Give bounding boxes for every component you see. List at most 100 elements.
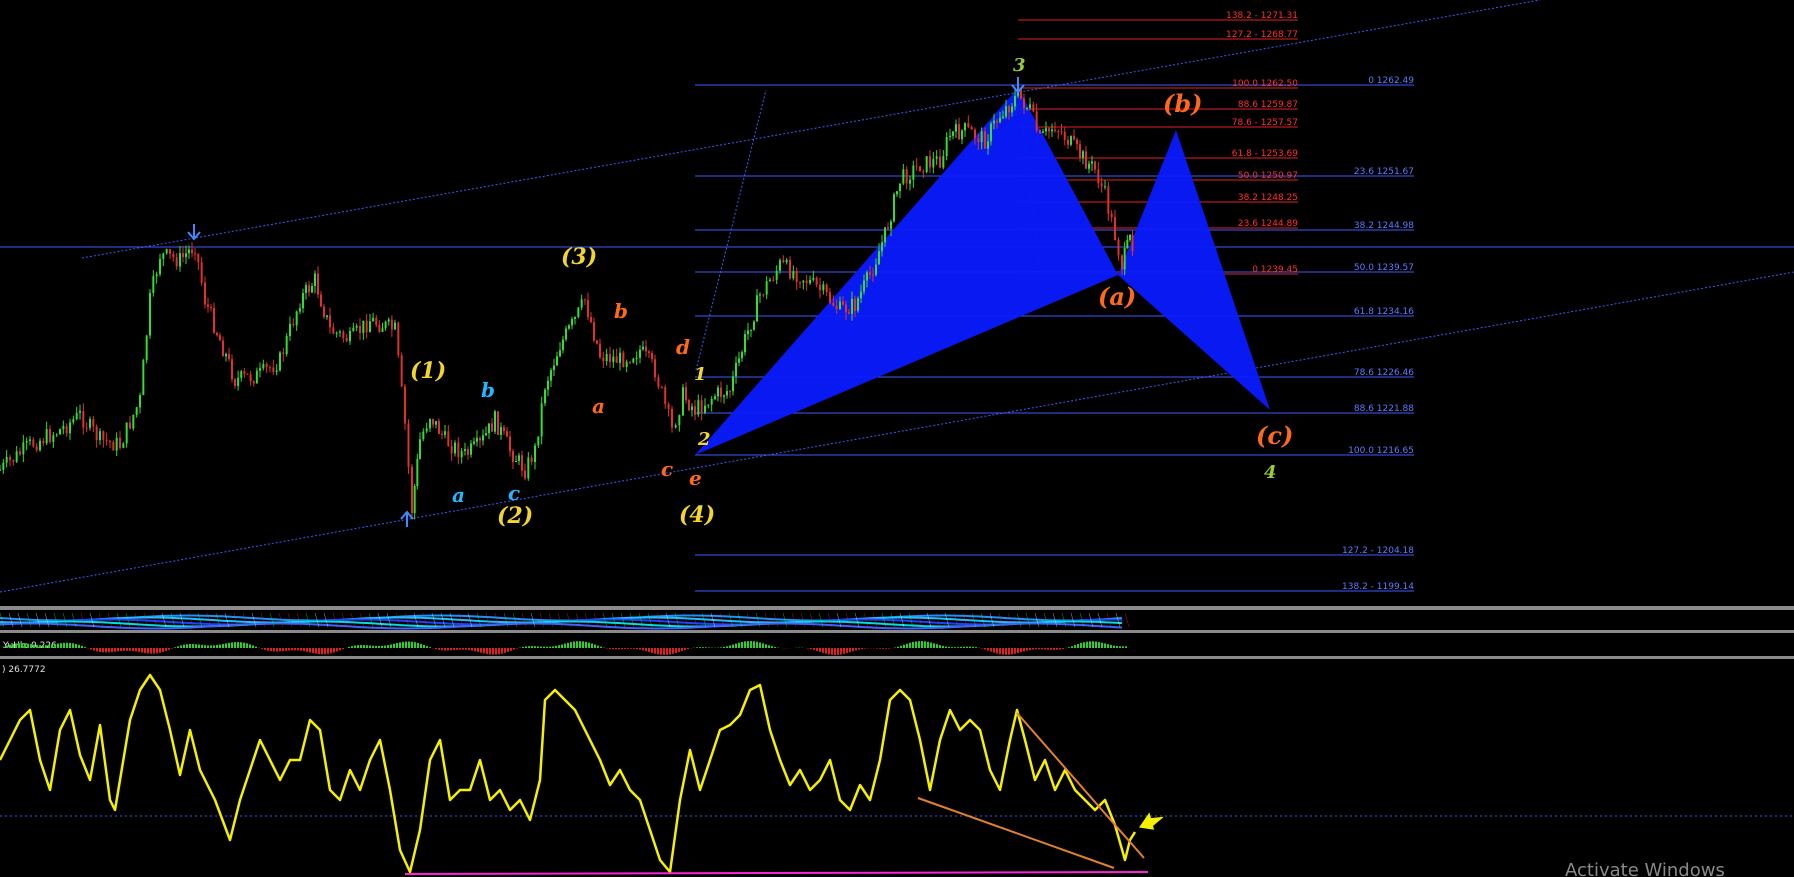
hist-bar xyxy=(573,641,575,648)
hist-bar xyxy=(534,646,536,648)
candle-body xyxy=(387,319,390,322)
hist-bar xyxy=(213,645,215,648)
candle-body xyxy=(540,403,543,437)
hist-bar xyxy=(990,648,992,652)
hist-bar xyxy=(495,648,497,655)
hist-bar xyxy=(234,642,236,648)
candle-body xyxy=(893,194,895,222)
candle-body xyxy=(704,405,706,413)
hist-bar xyxy=(414,642,416,648)
hist-bar xyxy=(591,643,593,648)
hist-bar xyxy=(18,643,20,648)
hist-bar xyxy=(579,641,581,648)
hist-bar xyxy=(9,644,11,648)
band-mark xyxy=(512,612,518,628)
candle-body xyxy=(615,356,618,363)
candle-body xyxy=(72,419,75,423)
candle-body xyxy=(925,156,928,173)
candle-body xyxy=(1032,104,1035,112)
hist-bar xyxy=(666,648,668,655)
hist-bar xyxy=(672,648,674,654)
candle-body xyxy=(320,294,322,307)
trading-chart[interactable]: 0 1262.49 23.6 1251.67 38.2 1244.98 50.0 12… xyxy=(0,0,1794,877)
fib-red-label-8: 23.6 1244.89 xyxy=(1238,219,1298,229)
chart-canvas[interactable]: 0 1262.49 23.6 1251.67 38.2 1244.98 50.0 12… xyxy=(0,0,1794,877)
candle-body xyxy=(832,302,835,306)
candle-body xyxy=(381,328,384,332)
candle-body xyxy=(932,158,935,168)
candle-body xyxy=(691,406,693,411)
candle-body xyxy=(362,320,365,334)
hist-bar xyxy=(816,648,818,651)
candle-body xyxy=(922,171,925,173)
candle-body xyxy=(738,358,740,363)
candle-body xyxy=(819,284,821,291)
candle-body xyxy=(792,271,795,279)
candle-body xyxy=(829,292,831,303)
hist-bar xyxy=(324,648,326,655)
wave-big-a: (a) xyxy=(1098,282,1136,311)
trendline-lower xyxy=(917,797,1115,869)
hist-bar xyxy=(42,645,44,648)
hist-bar xyxy=(642,648,644,651)
candle-body xyxy=(390,319,393,330)
candle-body xyxy=(515,460,517,463)
activate-windows-watermark: Activate Windows xyxy=(1565,860,1725,877)
hist-bar xyxy=(627,648,629,649)
hist-bar xyxy=(84,647,86,648)
oscillator-panel[interactable]: ) 26.7772 xyxy=(0,665,1794,875)
hist-bar xyxy=(735,643,737,648)
candle-body xyxy=(559,350,561,357)
candle-body xyxy=(216,332,218,336)
hist-bar xyxy=(567,642,569,648)
hist-bar xyxy=(402,641,404,648)
candle-body xyxy=(200,262,203,283)
candle-body xyxy=(747,330,749,335)
candle-body xyxy=(571,319,573,326)
hist-bar xyxy=(1014,648,1016,654)
hist-bar xyxy=(15,643,17,648)
candle-body xyxy=(802,280,805,283)
panel-separators[interactable] xyxy=(0,606,1794,659)
hist-bar xyxy=(471,648,473,651)
candle-body xyxy=(19,451,21,455)
candle-body xyxy=(905,169,908,184)
candle-body xyxy=(1060,131,1063,133)
candle-body xyxy=(667,404,670,410)
candle-body xyxy=(413,486,416,514)
hist-bar xyxy=(723,646,725,648)
hist-bar xyxy=(261,648,263,649)
hist-bar xyxy=(633,648,635,649)
hist-bar xyxy=(186,644,188,648)
hist-bar xyxy=(123,648,125,651)
candle-body xyxy=(1005,106,1007,117)
main-price-panel[interactable]: 0 1262.49 23.6 1251.67 38.2 1244.98 50.0 12… xyxy=(0,0,1794,593)
hist-bar xyxy=(732,644,734,648)
hist-bar xyxy=(912,642,914,648)
hist-bar xyxy=(1041,648,1043,650)
hist-bar xyxy=(561,644,563,648)
hist-bar xyxy=(861,648,863,649)
hist-bar xyxy=(636,648,638,650)
candle-body xyxy=(952,131,954,136)
candle-body xyxy=(772,279,775,281)
candle-body xyxy=(1011,106,1013,113)
hist-bar xyxy=(282,648,284,652)
channel-upper-line xyxy=(81,0,1541,259)
hist-bar xyxy=(1059,648,1061,650)
candle-body xyxy=(642,346,644,350)
hist-bar xyxy=(504,648,506,653)
hist-bar xyxy=(1056,648,1058,650)
hist-bar xyxy=(960,646,962,648)
hist-bar xyxy=(333,648,335,653)
candle-body xyxy=(102,431,105,440)
hist-bar xyxy=(741,641,743,648)
candle-body xyxy=(92,418,95,427)
candle-body xyxy=(609,354,611,363)
candle-body xyxy=(470,443,472,455)
hist-bar xyxy=(435,648,437,650)
hist-bar xyxy=(1044,648,1046,650)
wave-b-cyan: b xyxy=(481,378,495,402)
candle-body xyxy=(580,299,583,308)
hist-bar xyxy=(981,648,983,649)
